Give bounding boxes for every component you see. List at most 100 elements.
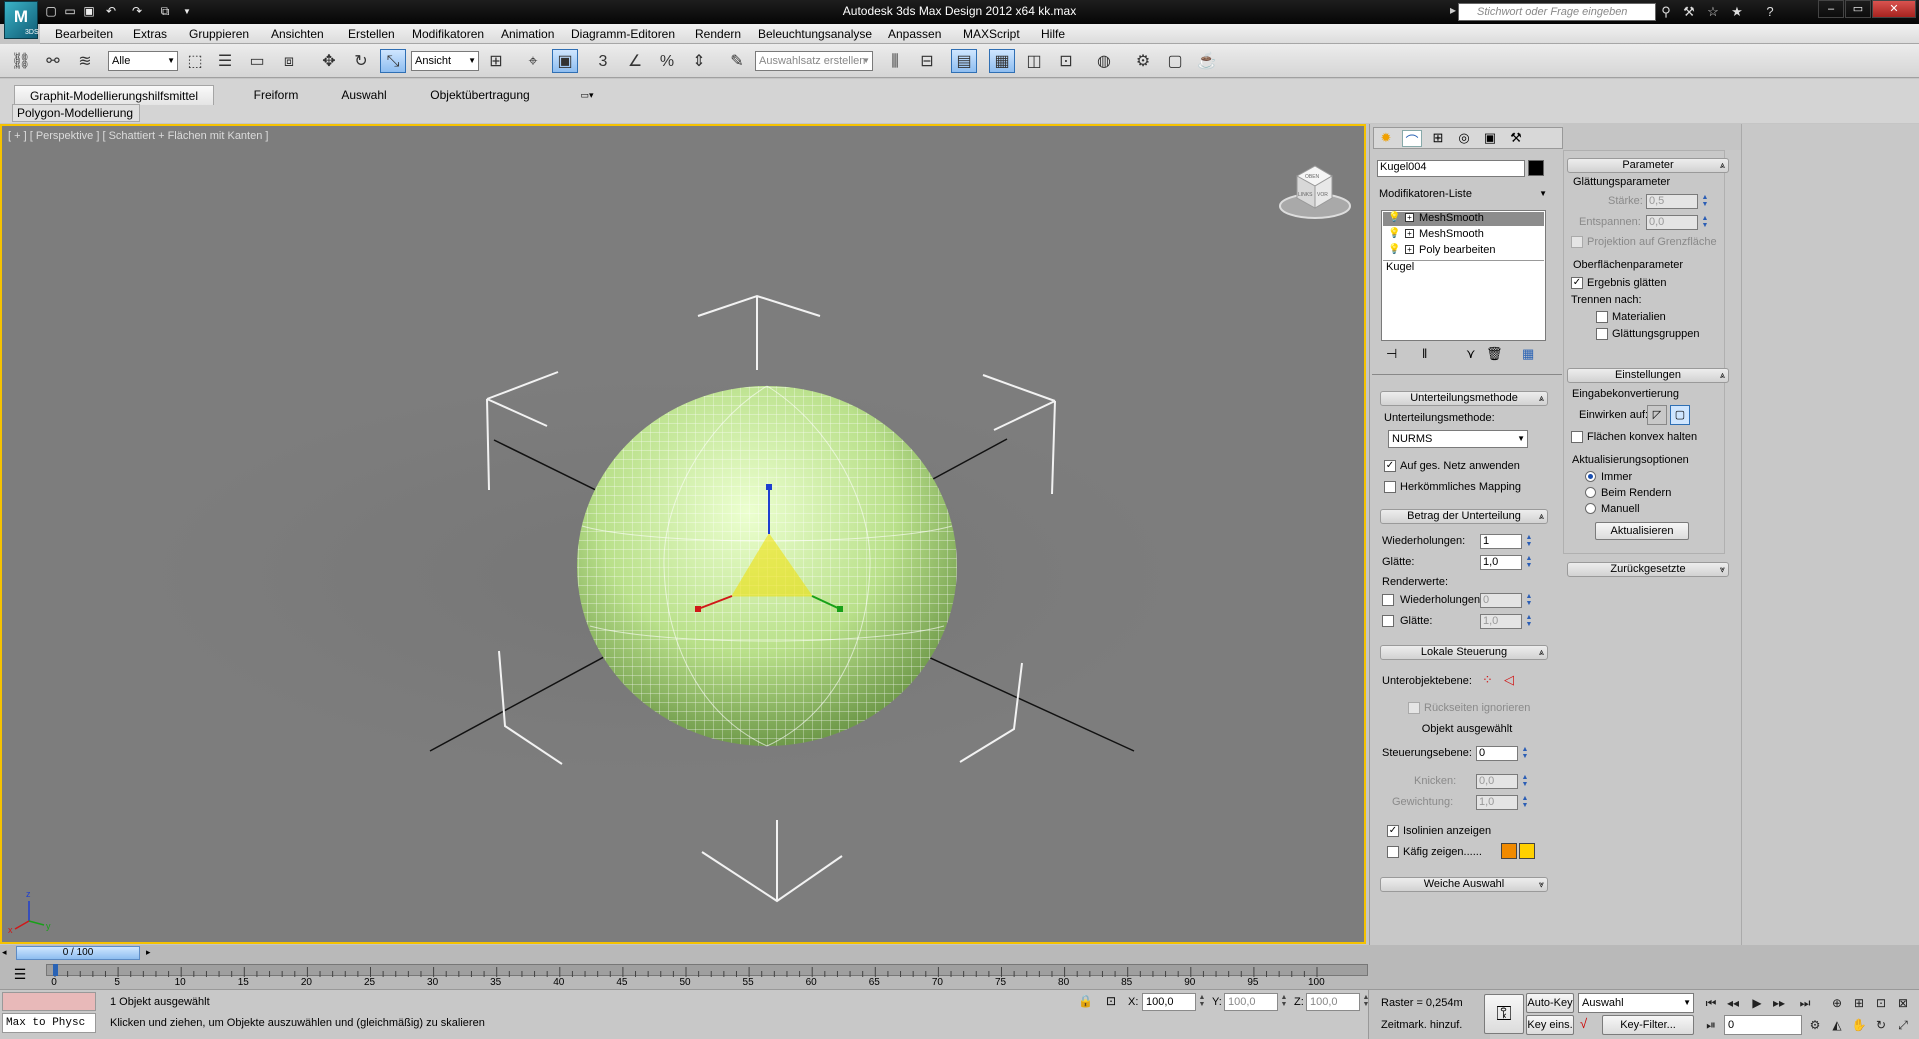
- menu-modifikatoren[interactable]: Modifikatoren: [412, 27, 484, 41]
- spinner-arrows-icon[interactable]: ▲ ▼: [1521, 795, 1529, 810]
- search-input[interactable]: Stichwort oder Frage eingeben: [1458, 3, 1656, 21]
- zoom-extents-icon[interactable]: ⊡: [1870, 993, 1892, 1013]
- next-frame-button-icon[interactable]: ▸▸: [1768, 993, 1790, 1013]
- spinner-arrows-icon[interactable]: ▲ ▼: [1525, 555, 1533, 570]
- spinner-snap-icon[interactable]: ⇕: [686, 49, 712, 73]
- ribbon-panel-polygon[interactable]: Polygon-Modellierung: [12, 104, 140, 122]
- previous-frame-icon[interactable]: ◂◂: [1722, 993, 1744, 1013]
- hierarchy-tab-icon[interactable]: ⊞: [1428, 130, 1448, 147]
- save-icon[interactable]: ▣: [80, 3, 98, 20]
- motion-tab-icon[interactable]: ◎: [1454, 130, 1474, 147]
- goto-start-icon[interactable]: ⏮: [1700, 993, 1722, 1013]
- maximize-icon[interactable]: ▭: [1845, 0, 1871, 18]
- bulb-icon[interactable]: 💡: [1388, 212, 1400, 223]
- menu-diagramm-editoren[interactable]: Diagramm-Editoren: [571, 27, 675, 41]
- crease-spinner[interactable]: 0,0: [1476, 774, 1518, 789]
- time-config-icon[interactable]: ⚙: [1804, 1015, 1826, 1035]
- keep-convex-checkbox[interactable]: [1571, 431, 1583, 443]
- set-key-button[interactable]: Key eins.: [1526, 1015, 1574, 1035]
- named-selection-dropdown[interactable]: Auswahlsatz erstellen ▼: [755, 51, 873, 71]
- scale-icon[interactable]: ⤡: [380, 49, 406, 73]
- menu-ansichten[interactable]: Ansichten: [271, 27, 324, 41]
- modify-tab-icon[interactable]: ⌒: [1402, 130, 1422, 149]
- stack-item-meshsmooth-2[interactable]: 💡 + MeshSmooth: [1383, 228, 1544, 242]
- menu-anpassen[interactable]: Anpassen: [888, 27, 941, 41]
- object-name-field[interactable]: Kugel004: [1377, 160, 1525, 177]
- x-coordinate-field[interactable]: 100,0: [1142, 993, 1196, 1011]
- render-iterations-spinner[interactable]: 0: [1480, 593, 1522, 608]
- maxscript-listener-top[interactable]: [2, 992, 96, 1011]
- render-iterations-checkbox[interactable]: [1382, 594, 1394, 606]
- iterations-spinner[interactable]: 1: [1480, 534, 1522, 549]
- select-by-name-icon[interactable]: ☰: [212, 49, 238, 73]
- help-icon[interactable]: ?: [1760, 3, 1780, 21]
- star-icon[interactable]: ★: [1727, 3, 1747, 21]
- spinner-arrows-icon[interactable]: ▲ ▼: [1280, 994, 1288, 1009]
- pin-stack-icon[interactable]: ⊣: [1386, 346, 1397, 362]
- play-icon[interactable]: ▶: [1746, 993, 1768, 1013]
- bulb-icon[interactable]: 💡: [1388, 244, 1400, 255]
- rollout-soft-selection[interactable]: Weiche Auswahl ⩔: [1380, 877, 1548, 892]
- key-mode-icon[interactable]: ⏯: [1700, 1015, 1722, 1035]
- project-icon[interactable]: ⧉: [156, 3, 174, 20]
- vertex-mode-icon[interactable]: ⁘: [1482, 672, 1493, 688]
- expand-icon[interactable]: +: [1405, 213, 1414, 222]
- select-object-icon[interactable]: ⬚: [182, 49, 208, 73]
- spinner-arrows-icon[interactable]: ▲ ▼: [1525, 593, 1533, 608]
- weight-spinner[interactable]: 1,0: [1476, 795, 1518, 810]
- menu-bearbeiten[interactable]: Bearbeiten: [55, 27, 113, 41]
- display-tab-icon[interactable]: ▣: [1480, 130, 1500, 147]
- smoothing-groups-checkbox[interactable]: [1596, 328, 1608, 340]
- tab-graphit[interactable]: Graphit-Modellierungshilfsmittel: [14, 85, 214, 105]
- create-tab-icon[interactable]: ✹: [1376, 130, 1396, 147]
- open-icon[interactable]: ▭: [61, 3, 79, 20]
- auto-key-button[interactable]: Auto-Key: [1526, 993, 1574, 1013]
- schematic-view-icon[interactable]: ⊡: [1053, 49, 1079, 73]
- rollout-local-control[interactable]: Lokale Steuerung ⩓: [1380, 645, 1548, 660]
- update-button[interactable]: Aktualisieren: [1595, 522, 1689, 540]
- expand-icon[interactable]: +: [1405, 245, 1414, 254]
- graphite-toggle-icon[interactable]: ▦: [989, 49, 1015, 73]
- key-selection-dropdown[interactable]: Auswahl ▼: [1578, 993, 1694, 1013]
- bulb-icon[interactable]: 💡: [1388, 228, 1400, 239]
- make-unique-icon[interactable]: ⋎: [1466, 346, 1476, 362]
- spinner-arrows-icon[interactable]: ▲ ▼: [1701, 215, 1709, 230]
- edit-named-selection-icon[interactable]: ✎: [724, 49, 750, 73]
- rollout-subdivision-amount[interactable]: Betrag der Unterteilung ⩓: [1380, 509, 1548, 524]
- set-key-icon[interactable]: ⚿: [1484, 994, 1524, 1034]
- trackbar-menu-icon[interactable]: ☰: [8, 966, 32, 986]
- link-icon[interactable]: ⛓: [8, 49, 34, 73]
- ignore-backfacing-checkbox[interactable]: [1408, 702, 1420, 714]
- remove-modifier-icon[interactable]: 🗑: [1486, 346, 1503, 362]
- menu-extras[interactable]: Extras: [133, 27, 167, 41]
- rectangular-selection-icon[interactable]: ▭: [244, 49, 270, 73]
- zoom-icon[interactable]: ⊕: [1826, 993, 1848, 1013]
- stack-item-poly-bearbeiten[interactable]: 💡 + Poly bearbeiten: [1383, 244, 1544, 258]
- operate-on-triangles-icon[interactable]: ◸: [1647, 405, 1667, 425]
- isolines-checkbox[interactable]: ✓: [1387, 825, 1399, 837]
- spinner-arrows-icon[interactable]: ▲ ▼: [1525, 614, 1533, 629]
- show-end-result-icon[interactable]: ‖: [1422, 346, 1427, 361]
- render-teapot-icon[interactable]: ☕: [1194, 49, 1220, 73]
- orbit-icon[interactable]: ↻: [1870, 1015, 1892, 1035]
- expand-icon[interactable]: +: [1405, 229, 1414, 238]
- menu-erstellen[interactable]: Erstellen: [348, 27, 395, 41]
- chevron-down-icon[interactable]: ▼: [178, 3, 196, 20]
- binoculars-icon[interactable]: ⚲: [1656, 3, 1676, 21]
- app-logo[interactable]: M 3DS: [4, 1, 39, 39]
- time-slider[interactable]: 0 / 100: [16, 946, 140, 960]
- ribbon-options-icon[interactable]: ▭▾: [572, 85, 602, 105]
- update-render-radio[interactable]: [1585, 487, 1596, 498]
- viewport-perspective[interactable]: [ + ] [ Perspektive ] [ Schattiert + Flä…: [0, 124, 1366, 944]
- materials-checkbox[interactable]: [1596, 311, 1608, 323]
- pivot-center-icon[interactable]: ⊞: [483, 49, 509, 73]
- unlink-icon[interactable]: ⚯: [40, 49, 66, 73]
- keyboard-shortcut-override-icon[interactable]: ▣: [552, 49, 578, 73]
- old-mapping-checkbox[interactable]: [1384, 481, 1396, 493]
- y-coordinate-field[interactable]: 100,0: [1224, 993, 1278, 1011]
- move-icon[interactable]: ✥: [316, 49, 342, 73]
- spinner-arrows-icon[interactable]: ▲ ▼: [1525, 534, 1533, 549]
- strength-spinner[interactable]: 0,5: [1646, 194, 1698, 209]
- menu-hilfe[interactable]: Hilfe: [1041, 27, 1065, 41]
- render-smoothness-spinner[interactable]: 1,0: [1480, 614, 1522, 629]
